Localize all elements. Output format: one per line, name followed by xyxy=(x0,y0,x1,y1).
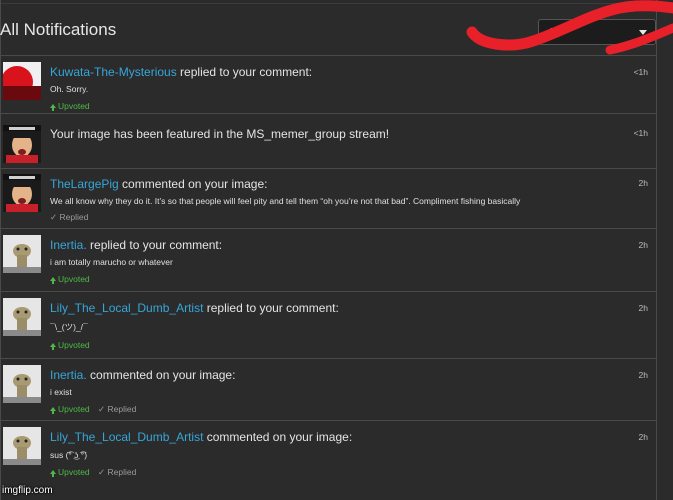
timestamp: <1h xyxy=(633,128,648,138)
avatar[interactable] xyxy=(3,62,41,100)
notification-item[interactable]: Inertia. replied to your comment: i am t… xyxy=(0,228,656,291)
upvoted-indicator[interactable]: Upvoted xyxy=(50,467,90,477)
upvoted-indicator[interactable]: Upvoted xyxy=(50,101,90,111)
notification-item[interactable]: Lily_The_Local_Dumb_Artist commented on … xyxy=(0,420,656,485)
notification-text: Lily_The_Local_Dumb_Artist commented on … xyxy=(50,430,353,444)
avatar[interactable] xyxy=(3,427,41,465)
avatar[interactable] xyxy=(3,365,41,403)
upvoted-indicator[interactable]: Upvoted xyxy=(50,274,90,284)
replied-indicator[interactable]: ✓ Replied xyxy=(50,212,88,222)
notification-item[interactable]: Lily_The_Local_Dumb_Artist replied to yo… xyxy=(0,291,656,358)
page-title: All Notifications xyxy=(0,20,117,39)
notification-actions: Upvoted ✓ Replied xyxy=(50,467,136,478)
notification-item[interactable]: Inertia. commented on your image: i exis… xyxy=(0,358,656,420)
top-divider xyxy=(0,3,673,4)
replied-indicator[interactable]: ✓ Replied xyxy=(98,467,136,477)
notification-actions: Upvoted xyxy=(50,274,90,284)
username-link[interactable]: TheLargePig xyxy=(50,177,119,191)
notifications-header: All Notifications All xyxy=(0,14,656,54)
avatar[interactable] xyxy=(3,125,41,163)
username-link[interactable]: Kuwata-The-Mysterious xyxy=(50,65,177,79)
timestamp: 2h xyxy=(638,240,648,250)
upvoted-indicator[interactable]: Upvoted xyxy=(50,340,90,350)
notification-body: ¯\_(ツ)_/¯ xyxy=(50,322,88,332)
notification-text: Inertia. replied to your comment: xyxy=(50,238,223,252)
chevron-down-icon xyxy=(639,30,647,35)
username-link[interactable]: Inertia. xyxy=(50,238,87,252)
avatar[interactable] xyxy=(3,298,41,336)
notification-actions: Upvoted xyxy=(50,340,90,350)
notification-text: TheLargePig commented on your image: xyxy=(50,177,268,191)
timestamp: <1h xyxy=(633,67,648,77)
imgflip-watermark: imgflip.com xyxy=(2,485,53,496)
username-link[interactable]: Lily_The_Local_Dumb_Artist xyxy=(50,301,203,315)
notification-body: i am totally marucho or whatever xyxy=(50,257,173,267)
notification-actions: Upvoted ✓ Replied xyxy=(50,404,136,415)
timestamp: 2h xyxy=(638,432,648,442)
filter-selected-value: All xyxy=(548,27,560,38)
replied-indicator[interactable]: ✓ Replied xyxy=(98,404,136,414)
notification-filter-select[interactable]: All xyxy=(538,19,656,45)
notification-body: sus (͡° ͜ʖ ͡°) xyxy=(50,450,88,460)
notification-text: Lily_The_Local_Dumb_Artist replied to yo… xyxy=(50,301,339,315)
notification-text: Your image has been featured in the MS_m… xyxy=(50,127,390,141)
timestamp: 2h xyxy=(638,178,648,188)
panel-right-border xyxy=(656,0,657,500)
username-link[interactable]: Lily_The_Local_Dumb_Artist xyxy=(50,430,203,444)
avatar[interactable] xyxy=(3,235,41,273)
upvoted-indicator[interactable]: Upvoted xyxy=(50,404,90,414)
notification-item[interactable]: Your image has been featured in the MS_m… xyxy=(0,113,656,168)
notification-text: Inertia. commented on your image: xyxy=(50,368,236,382)
notification-body: Oh. Sorry. xyxy=(50,84,89,94)
notification-text: Kuwata-The-Mysterious replied to your co… xyxy=(50,65,313,79)
notifications-list: Kuwata-The-Mysterious replied to your co… xyxy=(0,55,656,485)
timestamp: 2h xyxy=(638,303,648,313)
username-link[interactable]: Inertia. xyxy=(50,368,87,382)
notification-actions: Upvoted xyxy=(50,101,90,111)
notification-item[interactable]: TheLargePig commented on your image: We … xyxy=(0,168,656,228)
notification-item[interactable]: Kuwata-The-Mysterious replied to your co… xyxy=(0,55,656,113)
notification-body: We all know why they do it. It’s so that… xyxy=(50,196,521,206)
notification-body: i exist xyxy=(50,387,72,397)
notification-actions: ✓ Replied xyxy=(50,212,88,223)
timestamp: 2h xyxy=(638,370,648,380)
avatar[interactable] xyxy=(3,174,41,212)
